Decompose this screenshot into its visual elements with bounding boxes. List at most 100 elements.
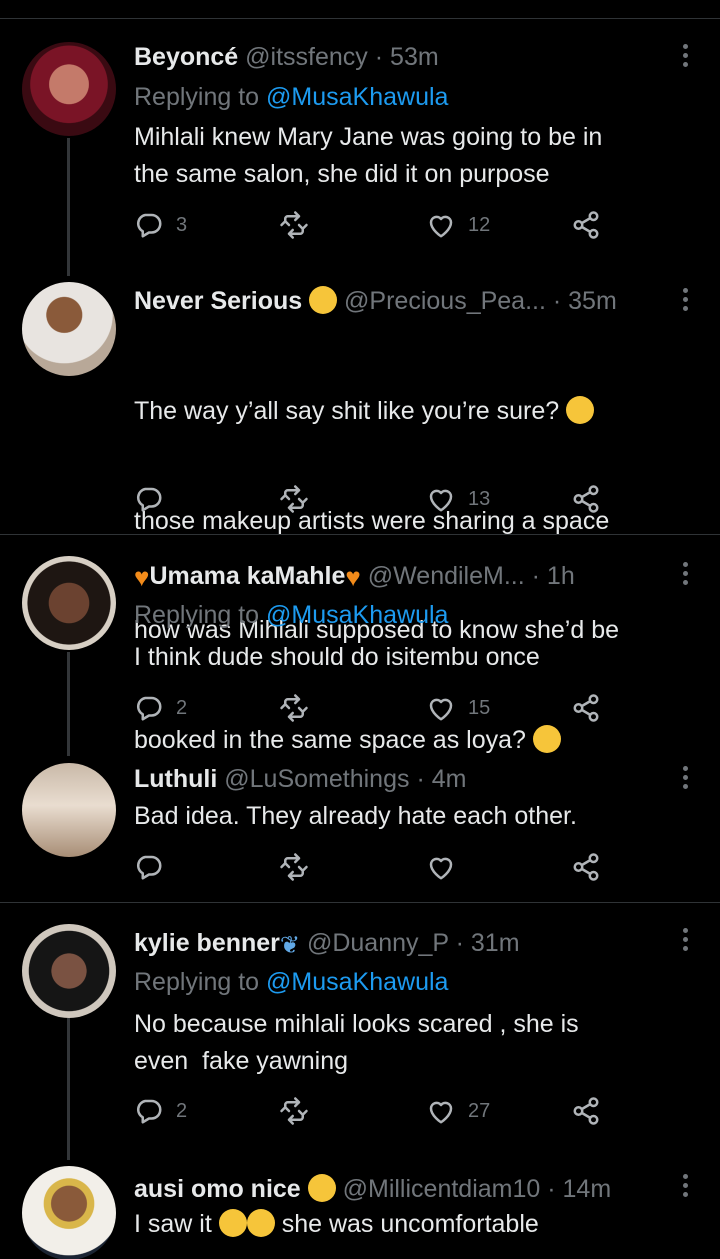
replying-to: Replying to @MusaKhawula [134,968,449,996]
more-options-icon[interactable] [682,288,690,315]
thread-line [67,138,70,276]
share-button[interactable] [571,1093,601,1129]
heart-icon [426,210,456,240]
reply-button[interactable]: 3 [134,207,187,243]
avatar[interactable] [22,556,116,650]
mention-link[interactable]: @MusaKhawula [266,968,448,996]
heart-icon [426,693,456,723]
person-emoji-icon [307,1174,336,1202]
display-name[interactable]: Umama kaMahle [149,562,345,590]
avatar[interactable] [22,1166,116,1259]
more-options-icon[interactable] [682,766,690,793]
thread-line [67,1018,70,1160]
like-button[interactable]: 27 [426,1093,490,1129]
timestamp[interactable]: · 14m [547,1175,611,1203]
mention-link[interactable]: @MusaKhawula [266,601,448,629]
tweet-text: No because mihlali looks scared , she is… [134,1010,579,1075]
action-bar [134,849,614,885]
tweet-header: Never Serious @Precious_Pea... · 35m [134,286,660,316]
retweet-icon [279,484,309,514]
more-options-icon[interactable] [682,928,690,955]
display-name[interactable]: Luthuli [134,765,217,793]
like-button[interactable]: 13 [426,481,490,517]
retweet-icon [279,693,309,723]
replying-to: Replying to @MusaKhawula [134,83,449,111]
action-bar: 2 27 [134,1093,614,1129]
more-options-icon[interactable] [682,44,690,71]
action-bar: 13 [134,481,614,517]
like-button[interactable]: 12 [426,207,490,243]
reply-button[interactable]: 2 [134,1093,187,1129]
divider [0,902,720,903]
tweet-text: I think dude should do isitembu once [134,643,540,671]
tweet-header: ausi omo nice @Millicentdiam10 · 14m [134,1174,660,1204]
retweet-button[interactable] [279,207,309,243]
reply-icon [134,852,164,882]
display-name[interactable]: Never Serious [134,287,302,315]
handle[interactable]: @Duanny_P [307,929,449,957]
grimacing-emoji-icon [309,286,338,314]
timestamp[interactable]: · 53m [375,43,439,71]
replying-to: Replying to @MusaKhawula [134,601,449,629]
retweet-button[interactable] [279,1093,309,1129]
retweet-icon [279,1096,309,1126]
handle[interactable]: @Precious_Pea... [344,287,546,315]
butterfly-icon: ❦ [279,932,301,959]
reply-button[interactable]: 2 [134,690,187,726]
avatar[interactable] [22,42,116,136]
display-name[interactable]: ausi omo nice [134,1175,301,1203]
retweet-button[interactable] [279,849,309,885]
divider [0,534,720,535]
share-icon [571,1096,601,1126]
laughing-emoji-icon [566,396,595,424]
tweet-text: I saw it she was uncomfortable [134,1209,539,1238]
more-options-icon[interactable] [682,562,690,589]
share-icon [571,693,601,723]
reply-icon [134,1096,164,1126]
retweet-button[interactable] [279,481,309,517]
tweet-header: Luthuli @LuSomethings · 4m [134,764,660,794]
top-divider [0,18,720,19]
like-button[interactable]: 15 [426,690,490,726]
reply-icon [134,484,164,514]
handle[interactable]: @itssfency [245,43,368,71]
timestamp[interactable]: · 31m [456,929,520,957]
orange-heart-icon: ♥ [134,562,150,591]
heart-icon [426,484,456,514]
tweet-text: Bad idea. They already hate each other. [134,802,577,830]
tweet-text: Mihlali knew Mary Jane was going to be i… [134,123,603,188]
share-button[interactable] [571,849,601,885]
display-name[interactable]: Beyoncé [134,43,238,71]
share-icon [571,852,601,882]
thread-line [67,652,70,756]
reply-icon [134,693,164,723]
share-button[interactable] [571,481,601,517]
retweet-button[interactable] [279,690,309,726]
retweet-icon [279,852,309,882]
handle[interactable]: @WendileM... [368,562,525,590]
more-options-icon[interactable] [682,1174,690,1201]
share-button[interactable] [571,207,601,243]
reply-icon [134,210,164,240]
mention-link[interactable]: @MusaKhawula [266,83,448,111]
handle[interactable]: @LuSomethings [224,765,409,793]
timestamp[interactable]: · 1h [532,562,575,590]
laughing-emoji-icon [532,724,561,753]
reply-button[interactable] [134,481,164,517]
share-button[interactable] [571,690,601,726]
avatar[interactable] [22,924,116,1018]
like-button[interactable] [426,849,456,885]
reply-button[interactable] [134,849,164,885]
timestamp[interactable]: · 35m [553,287,617,315]
retweet-icon [279,210,309,240]
heart-icon [426,1096,456,1126]
orange-heart-icon: ♥ [345,562,361,591]
share-icon [571,484,601,514]
avatar[interactable] [22,282,116,376]
tweet-header: ♥Umama kaMahle♥ @WendileM... · 1h [134,561,660,591]
display-name[interactable]: kylie benner [134,929,280,957]
handle[interactable]: @Millicentdiam10 [343,1175,541,1203]
laughing-emoji-icon [246,1209,275,1237]
avatar[interactable] [22,763,116,857]
timestamp[interactable]: · 4m [416,765,466,793]
